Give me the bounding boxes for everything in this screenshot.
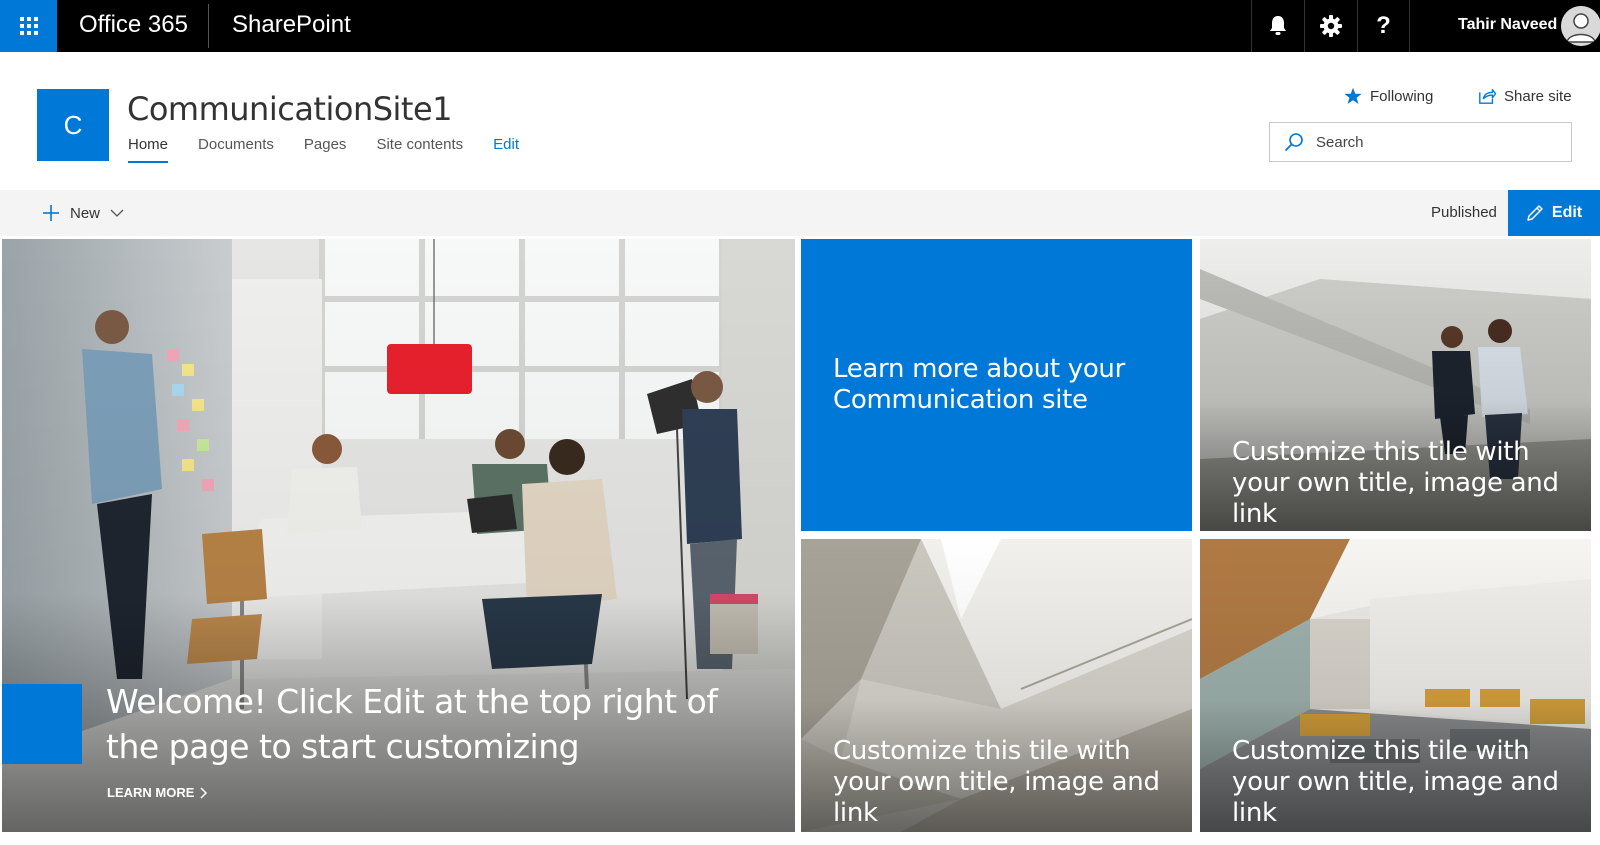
chevron-down-icon xyxy=(110,209,124,217)
hero-accent-block xyxy=(2,684,82,764)
hero-tile-customize[interactable]: Customize this tile with your own title,… xyxy=(801,539,1192,832)
bell-icon xyxy=(1270,16,1286,35)
search-box[interactable] xyxy=(1269,122,1572,162)
pencil-icon xyxy=(1527,205,1543,221)
edit-page-button[interactable]: Edit xyxy=(1508,190,1600,236)
new-label: New xyxy=(70,204,101,222)
sharepoint-app-link[interactable]: SharePoint xyxy=(232,0,351,52)
avatar-icon xyxy=(1561,6,1600,46)
help-button[interactable]: ? xyxy=(1357,0,1410,52)
command-bar: New Published Edit xyxy=(0,190,1600,236)
site-logo[interactable]: C xyxy=(37,89,109,161)
site-navigation: Home Documents Pages Site contents Edit xyxy=(128,136,549,163)
hero-title: Welcome! Click Edit at the top right of … xyxy=(106,682,718,766)
new-button[interactable]: New xyxy=(42,190,124,236)
hero-tile-title: Customize this tile with your own title,… xyxy=(833,736,1160,828)
app-launcher-button[interactable] xyxy=(0,0,57,52)
help-icon: ? xyxy=(1376,12,1391,39)
nav-item-documents[interactable]: Documents xyxy=(198,136,274,163)
nav-item-home[interactable]: Home xyxy=(128,136,169,163)
hero-main-tile[interactable]: Welcome! Click Edit at the top right of … xyxy=(2,239,795,832)
divider xyxy=(208,4,209,48)
following-label: Following xyxy=(1370,87,1434,105)
page-status: Published xyxy=(1431,204,1497,221)
nav-item-site-contents[interactable]: Site contents xyxy=(376,136,463,163)
share-site-label: Share site xyxy=(1504,87,1572,105)
office-365-brand[interactable]: Office 365 xyxy=(79,0,188,52)
site-logo-letter: C xyxy=(63,109,83,140)
hero-tile-customize[interactable]: Customize this tile with your own title,… xyxy=(1200,539,1591,832)
search-input[interactable] xyxy=(1316,133,1556,151)
settings-button[interactable] xyxy=(1304,0,1357,52)
hero-tile-title: Customize this tile with your own title,… xyxy=(1232,736,1559,828)
chevron-right-icon xyxy=(200,786,208,799)
nav-edit-link[interactable]: Edit xyxy=(493,136,519,163)
hero-tile-title: Customize this tile with your own title,… xyxy=(1232,437,1559,529)
suite-bar: Office 365 SharePoint ? Tahir Naveed xyxy=(0,0,1600,52)
hero-tile-customize[interactable]: Customize this tile with your own title,… xyxy=(1200,239,1591,531)
avatar[interactable] xyxy=(1561,6,1600,46)
notifications-button[interactable] xyxy=(1251,0,1304,52)
share-icon xyxy=(1479,89,1496,104)
edit-label: Edit xyxy=(1551,204,1583,221)
following-button[interactable]: Following xyxy=(1344,87,1433,105)
learn-more-label: LEARN MORE xyxy=(107,785,195,800)
plus-icon xyxy=(43,205,59,221)
learn-more-link[interactable]: LEARN MORE xyxy=(107,785,208,800)
star-icon xyxy=(1344,87,1362,104)
hero-tile-learn-more[interactable]: Learn more about your Communication site xyxy=(801,239,1192,531)
gear-icon xyxy=(1320,15,1342,37)
search-icon xyxy=(1284,133,1303,152)
nav-item-pages[interactable]: Pages xyxy=(304,136,347,163)
user-name[interactable]: Tahir Naveed xyxy=(1458,0,1557,52)
app-launcher-icon xyxy=(19,17,38,35)
share-site-button[interactable]: Share site xyxy=(1478,87,1572,105)
site-title[interactable]: CommunicationSite1 xyxy=(127,90,453,128)
hero-tile-title: Learn more about your Communication site xyxy=(833,354,1125,415)
